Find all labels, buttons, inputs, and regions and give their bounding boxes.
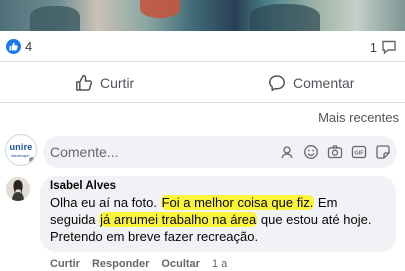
comment-like-link[interactable]: Curtir xyxy=(50,258,80,270)
photo-figure xyxy=(250,4,320,31)
gif-icon[interactable]: GIF xyxy=(351,144,367,160)
comment-text-part: Olha eu aí na foto. xyxy=(50,195,161,210)
comment-hide-link[interactable]: Ocultar xyxy=(161,258,200,270)
comment-author[interactable]: Isabel Alves xyxy=(50,180,386,192)
emoji-icon[interactable] xyxy=(303,144,319,160)
avatar-switch-indicator[interactable] xyxy=(27,155,36,164)
like-button-label: Curtir xyxy=(100,75,135,91)
comment-button[interactable]: Comentar xyxy=(268,66,354,100)
comment-count[interactable]: 1 xyxy=(370,39,397,55)
facebook-post-footer: 4 1 Curtir Comentar Mais recentes unire … xyxy=(0,0,405,271)
comment-button-label: Comentar xyxy=(293,75,355,91)
camera-icon[interactable] xyxy=(327,144,343,160)
commenter-avatar[interactable] xyxy=(6,177,30,201)
thumbs-up-icon xyxy=(76,74,93,91)
svg-text:GIF: GIF xyxy=(355,151,365,157)
comment-timestamp[interactable]: 1 a xyxy=(212,258,227,270)
comment-count-number: 1 xyxy=(369,39,377,55)
photo-figure xyxy=(30,6,80,31)
photo-figure xyxy=(140,0,180,18)
comment-actions: Curtir Responder Ocultar 1 a xyxy=(50,258,227,270)
divider xyxy=(0,61,405,62)
comment-tools: GIF xyxy=(279,144,391,160)
like-reaction-icon[interactable] xyxy=(6,39,21,54)
divider xyxy=(0,102,405,103)
like-count[interactable]: 4 xyxy=(25,39,32,54)
page-avatar[interactable]: unire fisioterapia xyxy=(5,134,37,166)
reactions-bar: 4 1 xyxy=(0,31,405,60)
comment-icon xyxy=(269,75,285,91)
sort-dropdown[interactable]: Mais recentes xyxy=(318,110,399,125)
highlighted-text: já arrumei trabalho na área xyxy=(99,212,258,227)
avatar-sticker-icon[interactable] xyxy=(279,144,295,160)
comment-input[interactable]: Comente... GIF xyxy=(43,136,397,168)
sticker-icon[interactable] xyxy=(375,144,391,160)
comment-bubble: Isabel Alves Olha eu aí na foto. Foi a m… xyxy=(40,176,396,252)
comment-input-placeholder: Comente... xyxy=(50,144,119,160)
post-photo[interactable] xyxy=(0,0,405,31)
page-logo-text: unire xyxy=(9,142,33,152)
like-button[interactable]: Curtir xyxy=(75,66,134,100)
comment-reply-link[interactable]: Responder xyxy=(92,258,149,270)
comment-text: Olha eu aí na foto. Foi a melhor coisa q… xyxy=(50,194,386,245)
comment-bubble-icon xyxy=(382,40,396,55)
highlighted-text: Foi a melhor coisa que fiz. xyxy=(160,195,315,210)
